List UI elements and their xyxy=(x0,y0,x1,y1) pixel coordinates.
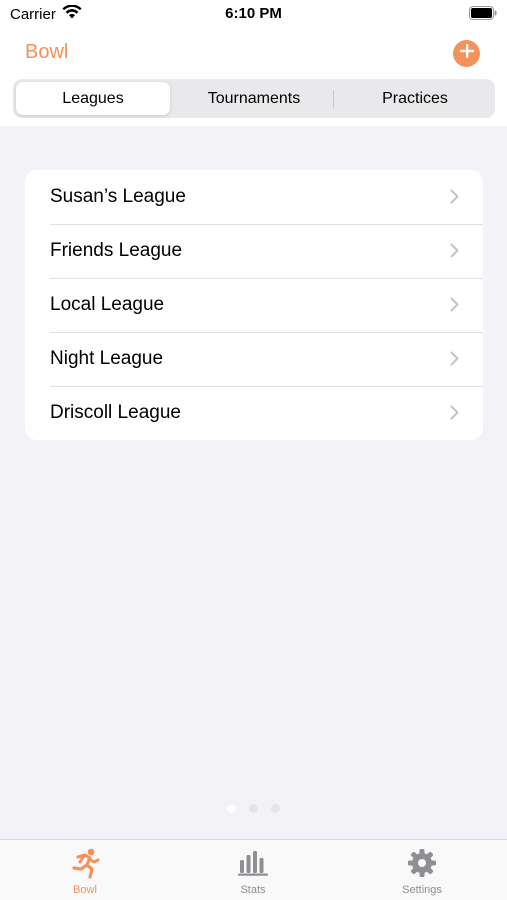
tab-label: Bowl xyxy=(73,884,97,896)
page-indicator[interactable] xyxy=(0,804,507,816)
tab-bar: Bowl Stats Settings xyxy=(0,839,507,900)
plus-icon xyxy=(459,44,474,63)
tab-label: Stats xyxy=(240,884,266,896)
add-button[interactable] xyxy=(453,40,480,67)
page-title: Bowl xyxy=(25,41,69,63)
page-dot xyxy=(271,804,280,813)
league-name: Friends League xyxy=(50,240,183,261)
segment-label: Leagues xyxy=(62,89,124,107)
bar-chart-icon xyxy=(237,846,269,880)
league-name: Driscoll League xyxy=(50,402,181,423)
chevron-right-icon xyxy=(450,405,459,425)
segmented-control: Leagues Tournaments Practices xyxy=(13,79,495,118)
tab-settings[interactable]: Settings xyxy=(362,846,482,898)
segment-practices[interactable]: Practices xyxy=(338,82,492,115)
tab-bowl[interactable]: Bowl xyxy=(25,846,145,898)
league-name: Local League xyxy=(50,294,165,315)
segment-tournaments[interactable]: Tournaments xyxy=(177,82,331,115)
list-item[interactable]: Night League xyxy=(25,332,483,386)
chevron-right-icon xyxy=(450,351,459,371)
tab-stats[interactable]: Stats xyxy=(193,846,313,898)
segment-leagues[interactable]: Leagues xyxy=(16,82,170,115)
chevron-right-icon xyxy=(450,297,459,317)
battery-icon xyxy=(469,6,497,20)
gear-icon xyxy=(407,846,437,880)
chevron-right-icon xyxy=(450,189,459,209)
page-dot-active xyxy=(227,804,236,813)
status-time: 6:10 PM xyxy=(225,5,282,22)
list-item[interactable]: Susan’s League xyxy=(25,170,483,224)
segment-divider xyxy=(333,90,334,108)
navigation-header: Carrier 6:10 PM Bowl Leagues Tournaments… xyxy=(0,0,507,126)
status-bar: Carrier 6:10 PM xyxy=(0,0,507,28)
league-list: Susan’s League Friends League Local Leag… xyxy=(25,170,483,440)
page-dot xyxy=(249,804,258,813)
segment-label: Practices xyxy=(382,89,448,107)
league-name: Night League xyxy=(50,348,164,369)
segment-label: Tournaments xyxy=(207,89,301,107)
chevron-right-icon xyxy=(450,243,459,263)
runner-icon xyxy=(69,846,101,880)
league-name: Susan’s League xyxy=(50,186,186,207)
list-item[interactable]: Driscoll League xyxy=(25,386,483,440)
list-item[interactable]: Friends League xyxy=(25,224,483,278)
list-item[interactable]: Local League xyxy=(25,278,483,332)
tab-label: Settings xyxy=(402,884,442,896)
